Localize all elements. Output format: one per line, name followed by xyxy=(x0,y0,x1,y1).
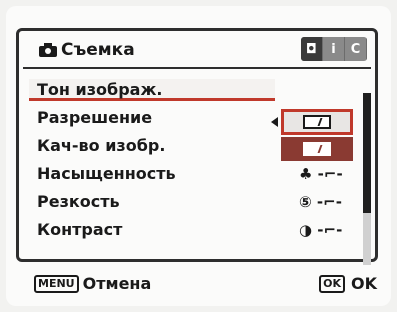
sharpness-value: ⑤ -⌐- xyxy=(299,193,342,211)
menu-title: Съемка xyxy=(39,37,135,63)
saturation-value: ♣ -⌐- xyxy=(299,165,343,183)
contrast-value: ◑ -⌐- xyxy=(299,221,343,239)
tone-option-selected[interactable] xyxy=(281,109,353,135)
menu-item-resolution[interactable]: Разрешение xyxy=(37,107,267,129)
ok-control[interactable]: OK OK xyxy=(319,274,377,293)
tone-bright-icon xyxy=(303,115,331,129)
menu-key: MENU xyxy=(34,274,79,293)
left-arrow-icon xyxy=(271,117,278,127)
tab-info[interactable]: i xyxy=(323,37,345,61)
header-divider xyxy=(23,67,371,69)
tab-playback[interactable]: ◘ xyxy=(301,37,323,61)
menu-item-sharpness[interactable]: Резкость xyxy=(37,191,267,213)
ok-label: OK xyxy=(351,274,377,293)
tone-natural-icon xyxy=(303,142,331,156)
scrollbar-thumb[interactable] xyxy=(363,93,371,213)
menu-item-quality[interactable]: Кач-во изобр. xyxy=(37,135,267,157)
menu-title-text: Съемка xyxy=(61,40,135,60)
menu-item-saturation[interactable]: Насыщенность xyxy=(37,163,267,185)
menu-tabs: ◘ i C xyxy=(301,37,367,61)
camera-icon xyxy=(39,43,57,57)
menu-panel: Съемка ◘ i C Тон изображ. Разрешение Кач… xyxy=(16,28,378,265)
menu-item-contrast[interactable]: Контраст xyxy=(37,219,267,241)
footer-bar: MENU Отмена OK OK xyxy=(0,272,397,298)
ok-key: OK xyxy=(319,274,345,293)
menu-item-tone[interactable]: Тон изображ. xyxy=(29,79,275,101)
cancel-control[interactable]: MENU Отмена xyxy=(34,274,151,293)
tone-option-alt[interactable] xyxy=(281,137,353,161)
tab-settings[interactable]: C xyxy=(345,37,367,61)
cancel-label: Отмена xyxy=(82,274,152,293)
